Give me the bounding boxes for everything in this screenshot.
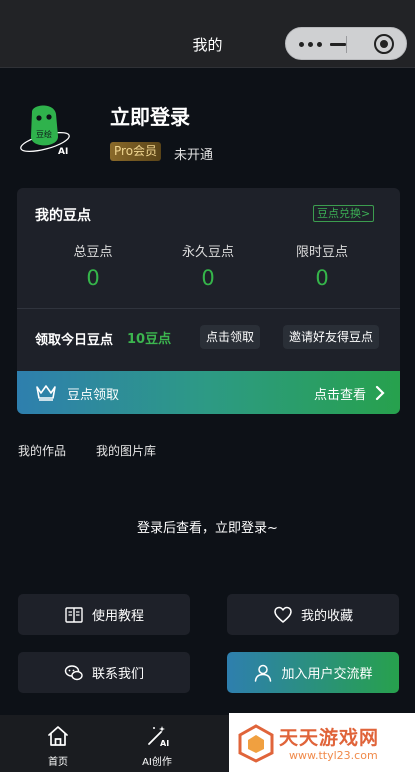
daily-points-text: 领取今日豆点 [35, 333, 114, 348]
site-watermark: 天天游戏网 www.ttyl23.com [229, 713, 415, 772]
nav-ai-create-label: AI创作 [142, 757, 172, 768]
contact-us-button[interactable]: 联系我们 [18, 652, 190, 693]
stat-permanent: 永久豆点 0 [148, 241, 268, 290]
stat-limited: 限时豆点 0 [262, 241, 382, 290]
stat-permanent-label: 永久豆点 [181, 245, 234, 260]
tab-my-works[interactable]: 我的作品 [18, 442, 66, 459]
claim-points-button[interactable]: 点击领取 [200, 325, 261, 349]
home-icon [48, 726, 68, 746]
title-bar: 我的 [0, 0, 415, 68]
stat-total: 总豆点 0 [33, 241, 153, 290]
nav-home[interactable]: 首页 [18, 715, 98, 772]
more-icon[interactable] [299, 42, 329, 48]
capsule-divider [346, 36, 347, 53]
watermark-title: 天天游戏网 [279, 727, 380, 749]
stat-total-value: 0 [86, 266, 100, 290]
pro-status: 未开通 [174, 148, 214, 163]
points-card: 我的豆点 豆点兑换> 总豆点 0 永久豆点 0 限时豆点 0 领取今日豆点 10… [17, 188, 400, 414]
app-logo: 豆绘 AI [20, 105, 70, 157]
points-exchange-button[interactable]: 豆点兑换> [313, 205, 375, 222]
empty-state-message[interactable]: 登录后查看，立即登录~ [0, 517, 415, 536]
stat-limited-value: 0 [315, 266, 329, 290]
minimize-icon[interactable] [330, 43, 346, 46]
join-group-button[interactable]: 加入用户交流群 [227, 652, 399, 693]
user-icon [255, 664, 272, 682]
logo-text: 豆绘 [36, 129, 52, 139]
points-claim-bar[interactable]: 豆点领取 点击查看 [17, 371, 400, 414]
crown-icon [36, 385, 56, 401]
mini-program-capsule [285, 27, 407, 60]
nav-ai-create[interactable]: AI AI创作 [117, 715, 197, 772]
tab-my-gallery[interactable]: 我的图片库 [96, 442, 156, 459]
tutorial-label: 使用教程 [91, 609, 144, 624]
join-group-label: 加入用户交流群 [281, 667, 373, 682]
tutorial-button[interactable]: 使用教程 [18, 594, 190, 635]
heart-icon [274, 606, 292, 623]
daily-points-amount: 10豆点 [127, 332, 172, 347]
chat-icon [64, 664, 83, 680]
favorites-label: 我的收藏 [300, 609, 353, 624]
watermark-logo-icon [238, 724, 274, 763]
nav-home-label: 首页 [48, 757, 68, 768]
card-divider [17, 308, 400, 309]
claim-bar-label: 豆点领取 [67, 388, 120, 403]
logo-subtext: AI [58, 147, 68, 157]
watermark-url: www.ttyl23.com [289, 749, 378, 762]
claim-bar-action[interactable]: 点击查看 [314, 384, 366, 403]
stat-total-label: 总豆点 [73, 245, 113, 260]
magic-wand-icon: AI [148, 726, 169, 748]
points-title: 我的豆点 [35, 208, 91, 224]
close-target-icon[interactable] [374, 34, 394, 54]
login-title[interactable]: 立即登录 [110, 101, 190, 130]
invite-friends-button[interactable]: 邀请好友得豆点 [283, 325, 380, 349]
stat-permanent-value: 0 [201, 266, 215, 290]
stat-limited-label: 限时豆点 [295, 245, 348, 260]
svg-text:AI: AI [160, 739, 169, 748]
contact-us-label: 联系我们 [91, 667, 144, 682]
chevron-right-icon [375, 385, 385, 401]
favorites-button[interactable]: 我的收藏 [227, 594, 399, 635]
book-icon [65, 606, 83, 623]
pro-member-badge: Pro会员 [110, 142, 162, 161]
